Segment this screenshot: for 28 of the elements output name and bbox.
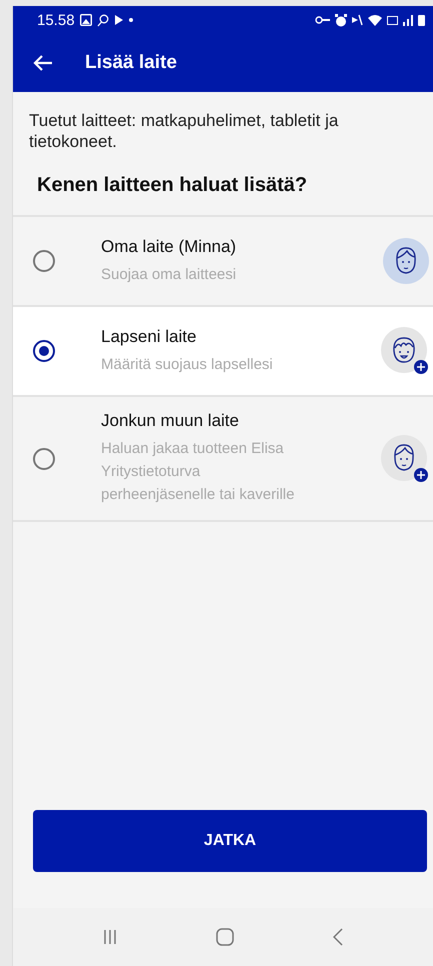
search-icon xyxy=(96,14,109,26)
dot-icon xyxy=(128,18,133,22)
play-icon xyxy=(114,14,124,26)
radio-button[interactable] xyxy=(33,448,55,470)
option-title: Oma laite (Minna) xyxy=(101,236,238,256)
key-icon xyxy=(315,16,330,24)
wifi-icon xyxy=(368,14,382,26)
option-title: Lapseni laite xyxy=(101,326,198,346)
gallery-icon xyxy=(80,14,92,26)
radio-button[interactable] xyxy=(33,250,55,272)
recent-apps-icon[interactable] xyxy=(102,929,117,945)
status-time: 15.58 xyxy=(37,12,75,28)
signal-icon xyxy=(403,14,413,26)
option-description: Määritä suojaus lapsellesi xyxy=(101,354,274,374)
option-description: Suojaa oma laitteesi xyxy=(101,264,238,284)
device-option[interactable]: Lapseni laite Määritä suojaus lapsellesi xyxy=(13,307,433,397)
continue-button[interactable]: JATKA xyxy=(33,810,427,872)
battery-icon xyxy=(418,14,425,26)
option-description: Haluan jakaa tuotteen Elisa Yritystietoturva perheenjäsenelle tai kaverille xyxy=(101,439,296,505)
alarm-icon xyxy=(335,14,347,26)
home-icon[interactable] xyxy=(216,928,234,946)
option-title: Jonkun muun laite xyxy=(101,411,240,431)
back-icon[interactable] xyxy=(333,928,344,946)
radio-button[interactable] xyxy=(33,340,55,362)
supported-devices-text: Tuetut laitteet: matkapuhelimet, tabletit ja tietokoneet. xyxy=(29,110,340,152)
screen-title: Lisää laite xyxy=(85,52,177,74)
question-heading: Kenen laitteen haluat lisätä? xyxy=(37,174,308,197)
back-arrow-icon[interactable] xyxy=(33,54,53,72)
